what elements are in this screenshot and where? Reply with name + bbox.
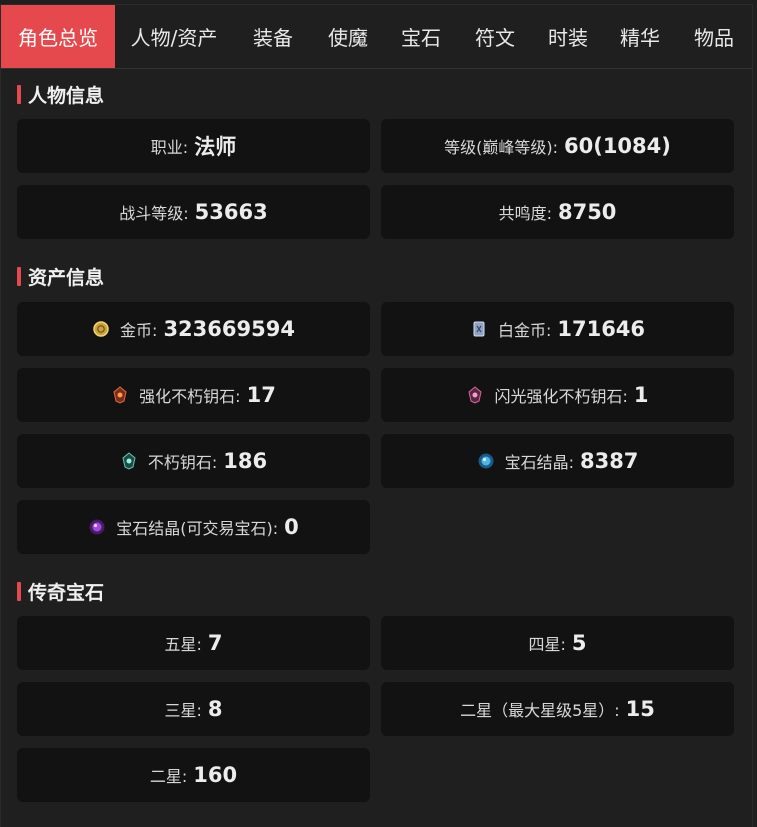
gem-crystal-label: 宝石结晶:	[504, 453, 574, 472]
two-star-max-label: 二星（最大星级5星）:	[460, 701, 620, 720]
section-accent-bar	[17, 581, 21, 601]
resonance-value: 8750	[557, 200, 617, 224]
platinum-card: 白金币: 171646	[381, 302, 734, 356]
five-star-label: 五星:	[164, 635, 202, 654]
flash-keystone-icon	[468, 386, 483, 404]
flash-key-label: 闪光强化不朽钥石:	[494, 387, 628, 406]
class-value: 法师	[194, 135, 237, 159]
two-star-label: 二星:	[149, 767, 188, 786]
enhanced-key-label: 强化不朽钥石:	[139, 387, 241, 406]
platinum-label: 白金币:	[497, 321, 552, 340]
section-title-assets: 资产信息	[17, 265, 105, 289]
tab-runes[interactable]: 符文	[459, 5, 531, 68]
enhanced-key-value: 17	[246, 383, 276, 407]
combat-level-value: 53663	[194, 200, 268, 224]
flash-key-value: 1	[633, 383, 649, 407]
section-label: 人物信息	[28, 84, 105, 107]
five-star-card: 五星: 7	[17, 616, 370, 670]
two-star-max-value: 15	[625, 697, 655, 721]
keystone-card: 不朽钥石: 186	[17, 434, 370, 488]
tab-familiar[interactable]: 使魔	[313, 5, 383, 68]
section-label: 资产信息	[28, 266, 105, 289]
class-card: 职业: 法师	[17, 119, 370, 173]
tab-equipment[interactable]: 装备	[233, 5, 313, 68]
gem-crystal-card: 宝石结晶: 8387	[381, 434, 734, 488]
level-value: 60(1084)	[564, 134, 671, 158]
tradable-crystal-card: 宝石结晶(可交易宝石): 0	[17, 500, 370, 554]
keystone-value: 186	[223, 449, 268, 473]
three-star-value: 8	[207, 697, 223, 721]
combat-level-label: 战斗等级:	[119, 204, 189, 223]
tradable-gem-crystal-icon	[89, 519, 105, 535]
section-accent-bar	[17, 266, 21, 286]
resonance-card: 共鸣度: 8750	[381, 185, 734, 239]
class-label: 职业:	[150, 138, 189, 157]
tab-items[interactable]: 物品	[675, 5, 753, 68]
two-star-card: 二星: 160	[17, 748, 370, 802]
enhanced-key-card: 强化不朽钥石: 17	[17, 368, 370, 422]
tab-cosmetics[interactable]: 时装	[531, 5, 605, 68]
gem-crystal-icon	[478, 453, 494, 469]
section-title-legendary: 传奇宝石	[17, 580, 105, 604]
flash-key-card: 闪光强化不朽钥石: 1	[381, 368, 734, 422]
gold-card: 金币: 323669594	[17, 302, 370, 356]
keystone-label: 不朽钥石:	[147, 453, 218, 472]
character-overview-panel: 角色总览 人物/资产 装备 使魔 宝石 符文 时装 精华 物品 人物信息 职业:…	[0, 4, 753, 827]
tradable-crystal-label: 宝石结晶(可交易宝石):	[116, 519, 279, 538]
two-star-value: 160	[193, 763, 238, 787]
two-star-max-card: 二星（最大星级5星）: 15	[381, 682, 734, 736]
tab-overview[interactable]: 角色总览	[1, 5, 115, 68]
combat-level-card: 战斗等级: 53663	[17, 185, 370, 239]
four-star-label: 四星:	[528, 635, 566, 654]
level-card: 等级(巅峰等级): 60(1084)	[381, 119, 734, 173]
level-label: 等级(巅峰等级):	[444, 138, 558, 157]
gold-coin-icon	[93, 321, 109, 337]
resonance-label: 共鸣度:	[498, 204, 552, 223]
section-title-character: 人物信息	[17, 83, 105, 107]
section-accent-bar	[17, 84, 21, 104]
section-label: 传奇宝石	[28, 581, 105, 604]
gold-value: 323669594	[163, 317, 295, 341]
three-star-label: 三星:	[164, 701, 202, 720]
tradable-crystal-value: 0	[284, 515, 299, 539]
three-star-card: 三星: 8	[17, 682, 370, 736]
tab-bar: 角色总览 人物/资产 装备 使魔 宝石 符文 时装 精华 物品	[1, 5, 753, 69]
four-star-value: 5	[571, 631, 587, 655]
tab-gems[interactable]: 宝石	[383, 5, 459, 68]
enhanced-keystone-icon	[113, 386, 127, 404]
tab-essence[interactable]: 精华	[605, 5, 675, 68]
platinum-value: 171646	[557, 317, 646, 341]
keystone-icon	[122, 452, 136, 470]
tab-character-assets[interactable]: 人物/资产	[115, 5, 233, 68]
platinum-card-icon	[473, 321, 485, 337]
five-star-value: 7	[207, 631, 223, 655]
gold-label: 金币:	[120, 321, 158, 340]
gem-crystal-value: 8387	[579, 449, 639, 473]
four-star-card: 四星: 5	[381, 616, 734, 670]
